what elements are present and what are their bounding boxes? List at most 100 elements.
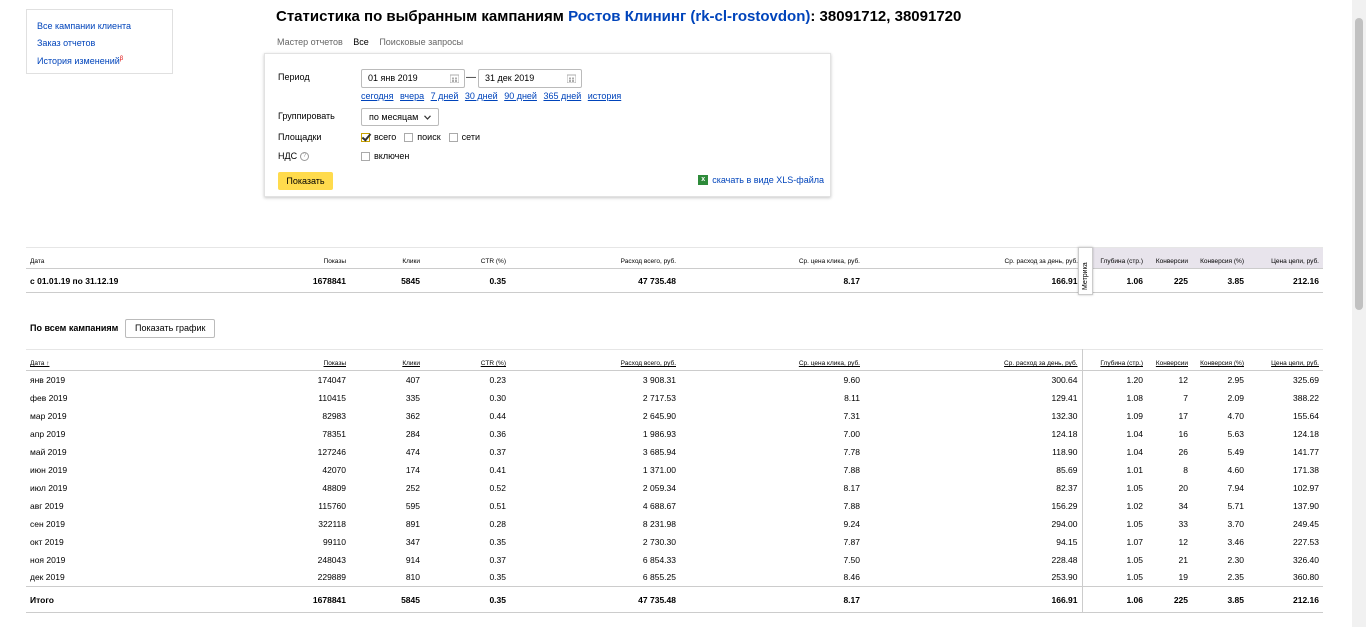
date-to-input[interactable]: 31 дек 2019 xyxy=(478,69,582,88)
tab-search-queries[interactable]: Поисковые запросы xyxy=(379,37,463,47)
value-cell: 388.22 xyxy=(1293,392,1319,403)
date-from-input[interactable]: 01 янв 2019 xyxy=(361,69,465,88)
platform-networks-option[interactable]: сети xyxy=(448,132,480,142)
calendar-icon[interactable] xyxy=(450,74,459,83)
col-avg-daily-spend-header: Ср. расход за день, руб. xyxy=(1004,258,1078,265)
value-cell: 171.38 xyxy=(1293,464,1319,475)
value-cell: 19 xyxy=(1178,572,1188,583)
platform-search-checkbox[interactable] xyxy=(404,132,414,142)
table-row: май 2019 127246 474 0.37 3 685.94 7.78 118.90 1… xyxy=(26,442,1323,461)
metrika-tab[interactable]: Метрика xyxy=(1078,247,1093,295)
value-cell: 300.64 xyxy=(1051,374,1078,385)
table-row: июн 2019 42070 174 0.41 1 371.00 7.88 85.69 1.0… xyxy=(26,460,1323,479)
value-cell: 1.05 xyxy=(1081,568,1147,587)
page-scrollbar[interactable] xyxy=(1352,0,1366,627)
range-yesterday-link[interactable]: вчера xyxy=(400,91,424,101)
value-cell: 85.69 xyxy=(1056,464,1078,475)
value-cell: 7.88 xyxy=(843,464,860,475)
table-row: июл 2019 48809 252 0.52 2 059.34 8.17 82.37 1.0… xyxy=(26,478,1323,497)
show-graph-button[interactable]: Показать график xyxy=(125,319,216,338)
value-cell: 1.01 xyxy=(1081,460,1147,479)
nav-change-history-link[interactable]: История измененийβ xyxy=(37,51,162,70)
value-cell: 325.69 xyxy=(1293,374,1319,385)
value-cell: 322118 xyxy=(318,518,346,529)
sort-avg-daily-spend-header[interactable]: Ср. расход за день, руб. xyxy=(864,350,1082,371)
value-cell: 0.51 xyxy=(489,500,506,511)
calendar-icon[interactable] xyxy=(567,74,576,83)
table-row: фев 2019 110415 335 0.30 2 717.53 8.11 129.41 1… xyxy=(26,388,1323,407)
range-90-days-link[interactable]: 90 дней xyxy=(504,91,537,101)
sort-conversions-header[interactable]: Конверсии xyxy=(1147,350,1192,371)
summary-cell: 166.91 xyxy=(1051,275,1078,286)
value-cell: 0.35 xyxy=(489,536,506,547)
client-link[interactable]: Ростов Клининг (rk-cl-rostovdon) xyxy=(568,8,810,25)
total-row: Итого 1678841 5845 0.35 47 735.48 8.17 166.91 1… xyxy=(26,586,1323,613)
value-cell: 17 xyxy=(1178,410,1188,421)
value-cell: 12 xyxy=(1178,536,1188,547)
platform-networks-checkbox[interactable] xyxy=(448,132,458,142)
sort-goal-cost-header[interactable]: Цена цели, руб. xyxy=(1248,350,1323,371)
value-cell: 118.90 xyxy=(1052,446,1078,457)
value-cell: 212.16 xyxy=(1293,594,1319,605)
value-cell: 5.49 xyxy=(1227,446,1244,457)
nav-order-reports-link[interactable]: Заказ отчетов xyxy=(37,35,162,52)
value-cell: 1.04 xyxy=(1081,424,1147,443)
value-cell: 0.52 xyxy=(489,482,506,493)
value-cell: 7.00 xyxy=(843,428,860,439)
platform-all-checkbox[interactable] xyxy=(361,132,370,142)
value-cell: 174 xyxy=(405,464,420,475)
range-today-link[interactable]: сегодня xyxy=(361,91,394,101)
sort-impressions-header[interactable]: Показы xyxy=(166,350,350,371)
help-icon[interactable]: ? xyxy=(300,151,310,161)
month-cell: мар 2019 xyxy=(30,410,67,421)
table-row: дек 2019 229889 810 0.35 6 855.25 8.46 253.90 1… xyxy=(26,568,1323,587)
sort-clicks-header[interactable]: Клики xyxy=(350,350,424,371)
table-row: ноя 2019 248043 914 0.37 6 854.33 7.50 228.48 1… xyxy=(26,550,1323,569)
value-cell: 124.18 xyxy=(1293,428,1319,439)
sort-depth-header[interactable]: Глубина (стр.) xyxy=(1081,349,1147,371)
range-history-link[interactable]: история xyxy=(588,91,621,101)
value-cell: 4 688.67 xyxy=(642,500,676,511)
value-cell: 253.90 xyxy=(1051,572,1078,583)
sort-spend-header[interactable]: Расход всего, руб. xyxy=(510,350,680,371)
value-cell: 156.29 xyxy=(1051,500,1078,511)
platform-search-option[interactable]: поиск xyxy=(404,132,441,142)
col-conversions-header: Конверсии xyxy=(1147,247,1192,269)
sort-avg-cpc-header[interactable]: Ср. цена клика, руб. xyxy=(680,350,864,371)
range-7-days-link[interactable]: 7 дней xyxy=(431,91,459,101)
vat-option[interactable]: включен xyxy=(361,151,409,161)
sort-conversion-rate-header[interactable]: Конверсия (%) xyxy=(1192,350,1248,371)
nav-all-campaigns-link[interactable]: Все кампании клиента xyxy=(37,18,162,35)
summary-cell: 3.85 xyxy=(1227,275,1244,286)
value-cell: 16 xyxy=(1178,428,1188,439)
value-cell: 362 xyxy=(405,410,420,421)
range-365-days-link[interactable]: 365 дней xyxy=(543,91,581,101)
tab-all[interactable]: Все xyxy=(353,37,369,47)
group-by-select[interactable]: по месяцам xyxy=(361,108,439,126)
show-button[interactable]: Показать xyxy=(278,172,333,190)
value-cell: 1.07 xyxy=(1081,532,1147,551)
tab-report-wizard[interactable]: Мастер отчетов xyxy=(277,37,343,47)
download-xls-link[interactable]: x скачать в виде XLS-файла xyxy=(698,175,824,185)
chevron-down-icon xyxy=(423,115,431,120)
value-cell: 2 717.53 xyxy=(642,392,676,403)
value-cell: 2 730.30 xyxy=(642,536,676,547)
value-cell: 2 059.34 xyxy=(642,482,676,493)
vat-label: НДС xyxy=(278,151,298,161)
value-cell: 7.88 xyxy=(843,500,860,511)
month-cell: апр 2019 xyxy=(30,428,66,439)
sort-date-header[interactable]: Дата ↑ xyxy=(26,350,166,371)
platform-all-option[interactable]: всего xyxy=(361,132,396,142)
range-30-days-link[interactable]: 30 дней xyxy=(465,91,498,101)
value-cell: 99110 xyxy=(322,536,346,547)
scrollbar-thumb[interactable] xyxy=(1355,18,1363,310)
col-impressions-header: Показы xyxy=(323,258,346,265)
value-cell: 8.46 xyxy=(843,572,860,583)
value-cell: 1678841 xyxy=(312,594,346,605)
col-date-header: Дата xyxy=(30,258,45,265)
vat-label-wrap: НДС? xyxy=(278,151,310,161)
nav-change-history-label: История изменений xyxy=(37,56,120,66)
vat-checkbox[interactable] xyxy=(361,151,370,161)
sort-ctr-header[interactable]: CTR (%) xyxy=(424,350,510,371)
value-cell: 0.35 xyxy=(489,594,506,605)
